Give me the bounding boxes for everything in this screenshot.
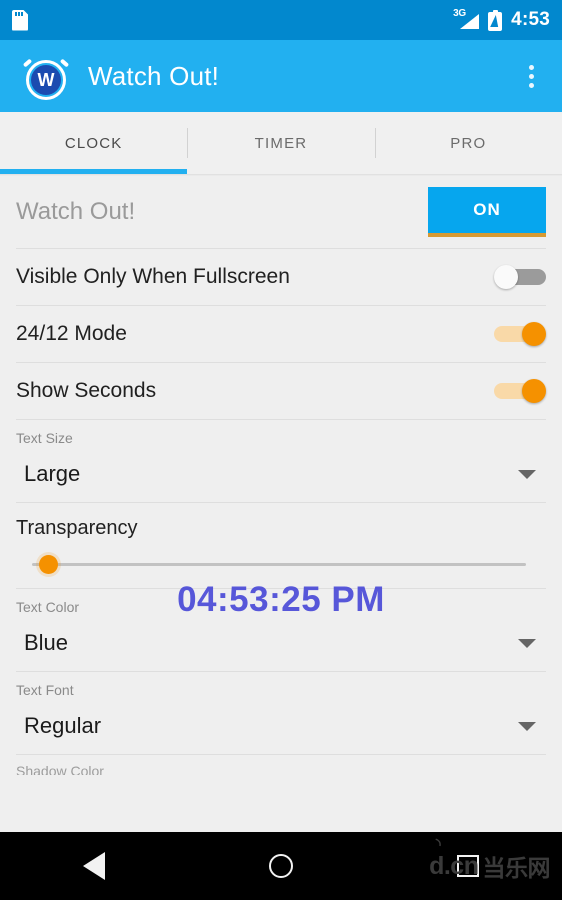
logo-letter: W (37, 70, 55, 90)
setting-row-24-12-mode[interactable]: 24/12 Mode (0, 306, 562, 362)
text-color-group: Text Color Blue (0, 589, 562, 671)
chevron-down-icon (518, 469, 536, 479)
transparency-group: Transparency (0, 503, 562, 588)
alarm-clock-logo-icon: W (22, 52, 70, 100)
status-bar-left (12, 9, 28, 31)
transparency-label: Transparency (16, 517, 138, 539)
text-size-spinner[interactable]: Large (16, 446, 546, 502)
text-color-value: Blue (24, 630, 69, 655)
text-size-value: Large (24, 461, 81, 486)
transparency-slider[interactable] (26, 540, 542, 588)
shadow-color-label: Shadow Color (16, 763, 104, 775)
app-screen: 3G 4:53 W Watch Out! CLOCK TIMER PRO Wat… (0, 0, 562, 900)
tab-clock[interactable]: CLOCK (0, 112, 187, 174)
setting-label-show-seconds: Show Seconds (16, 379, 157, 402)
status-bar: 3G 4:53 (0, 0, 562, 40)
tab-pro-label: PRO (450, 134, 487, 152)
master-switch-row: Watch Out! ON (0, 176, 562, 248)
status-bar-clock: 4:53 (511, 9, 550, 30)
text-size-label: Text Size (16, 430, 73, 446)
text-font-label: Text Font (16, 682, 74, 698)
tab-active-indicator (0, 169, 188, 174)
nav-home-button[interactable] (187, 832, 374, 900)
tab-bar: CLOCK TIMER PRO (0, 112, 562, 174)
text-font-spinner[interactable]: Regular (16, 698, 546, 754)
navigation-bar: ◝ d.cn 当乐网 (0, 832, 562, 900)
text-font-group: Text Font Regular (0, 672, 562, 754)
setting-row-show-seconds[interactable]: Show Seconds (0, 363, 562, 419)
master-on-button[interactable]: ON (428, 187, 546, 237)
text-size-group: Text Size Large (0, 420, 562, 502)
setting-row-fullscreen[interactable]: Visible Only When Fullscreen (0, 249, 562, 305)
text-font-value: Regular (24, 713, 102, 738)
settings-list: Watch Out! ON Visible Only When Fullscre… (0, 176, 562, 832)
slider-track (32, 562, 526, 566)
battery-charging-icon (488, 9, 503, 31)
chevron-down-icon (518, 638, 536, 648)
status-bar-right: 3G 4:53 (453, 8, 550, 31)
setting-label-24-12-mode: 24/12 Mode (16, 322, 127, 345)
recents-square-icon (457, 855, 480, 877)
slider-thumb[interactable] (39, 554, 58, 574)
setting-label-fullscreen: Visible Only When Fullscreen (16, 265, 290, 288)
tab-pro[interactable]: PRO (374, 112, 562, 174)
back-triangle-icon (82, 852, 105, 880)
text-color-label: Text Color (16, 599, 80, 615)
tab-clock-label: CLOCK (64, 134, 123, 152)
home-circle-icon (268, 854, 293, 878)
toggle-24-12-mode[interactable] (494, 319, 546, 349)
toggle-visible-only-when-fullscreen[interactable] (494, 262, 546, 292)
sd-card-icon (12, 9, 28, 31)
text-color-spinner[interactable]: Blue (16, 615, 546, 671)
signal-bars-icon: 3G (453, 8, 480, 31)
nav-recents-button[interactable] (375, 832, 562, 900)
app-bar: W Watch Out! (0, 40, 562, 112)
nav-back-button[interactable] (0, 832, 187, 900)
tab-timer[interactable]: TIMER (187, 112, 374, 174)
overflow-menu-icon[interactable] (518, 59, 544, 93)
network-type-label: 3G (453, 8, 466, 19)
chevron-down-icon (518, 721, 536, 731)
tab-timer-label: TIMER (254, 134, 308, 152)
toggle-show-seconds[interactable] (494, 376, 546, 406)
app-title: Watch Out! (88, 60, 220, 91)
master-switch-label: Watch Out! (16, 198, 136, 225)
